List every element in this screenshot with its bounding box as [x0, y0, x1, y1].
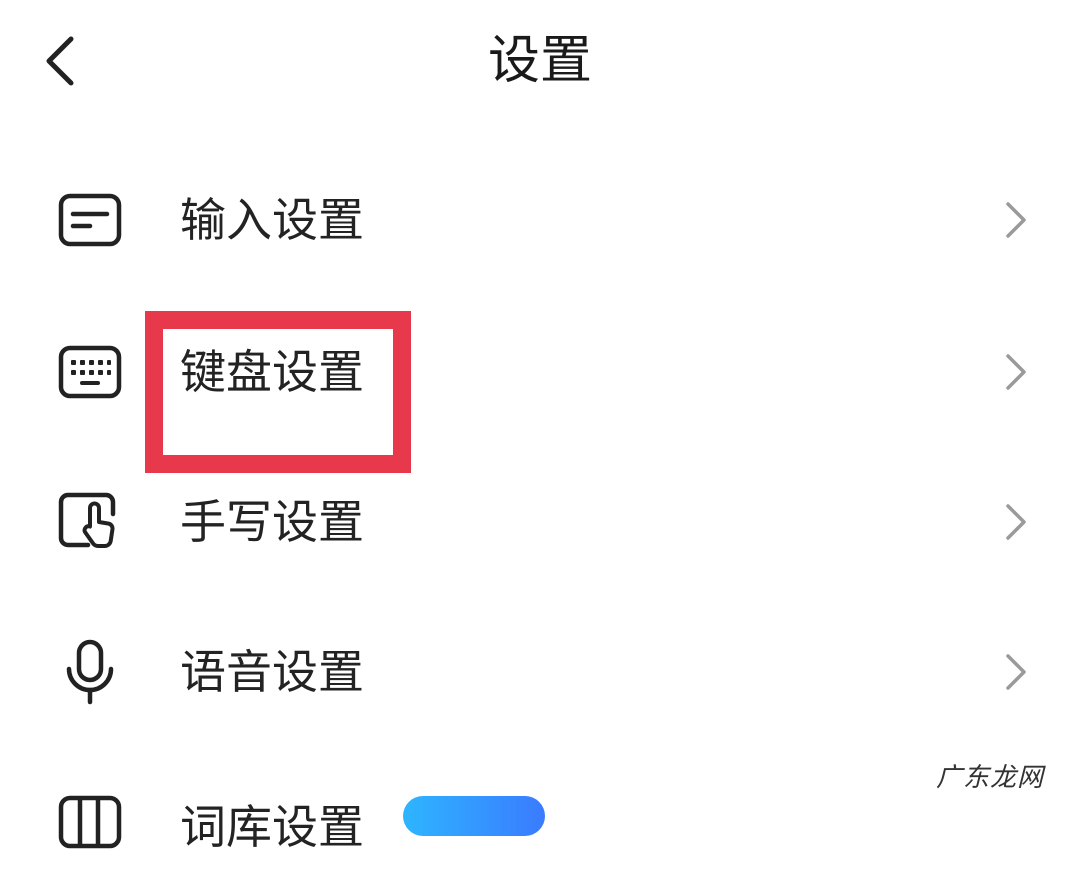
- settings-row-label: 词库设置: [180, 800, 364, 854]
- chevron-right-icon: [1006, 654, 1026, 690]
- settings-row-handwriting[interactable]: 手写设置: [0, 452, 1080, 592]
- handwriting-touch-icon: [52, 484, 128, 560]
- page-title: 设置: [487, 31, 592, 91]
- input-box-icon: [52, 182, 128, 258]
- settings-row-voice[interactable]: 语音设置: [0, 602, 1080, 742]
- chevron-right-icon: [1006, 202, 1026, 238]
- settings-row-label: 键盘设置: [180, 345, 364, 399]
- chevron-right-icon: [1006, 504, 1026, 540]
- microphone-icon: [52, 634, 128, 710]
- chevron-right-icon: [1006, 354, 1026, 390]
- settings-row-label: 输入设置: [180, 193, 364, 247]
- new-badge: [403, 796, 545, 836]
- settings-row-keyboard[interactable]: 键盘设置: [0, 302, 1080, 442]
- keyboard-icon: [52, 334, 128, 410]
- settings-row-label: 手写设置: [180, 495, 364, 549]
- watermark: 广东龙网: [935, 763, 1044, 793]
- settings-row-input[interactable]: 输入设置: [0, 150, 1080, 290]
- dictionary-icon: [52, 784, 128, 860]
- header-bar: 设置: [0, 0, 1080, 125]
- settings-row-label: 语音设置: [180, 645, 364, 699]
